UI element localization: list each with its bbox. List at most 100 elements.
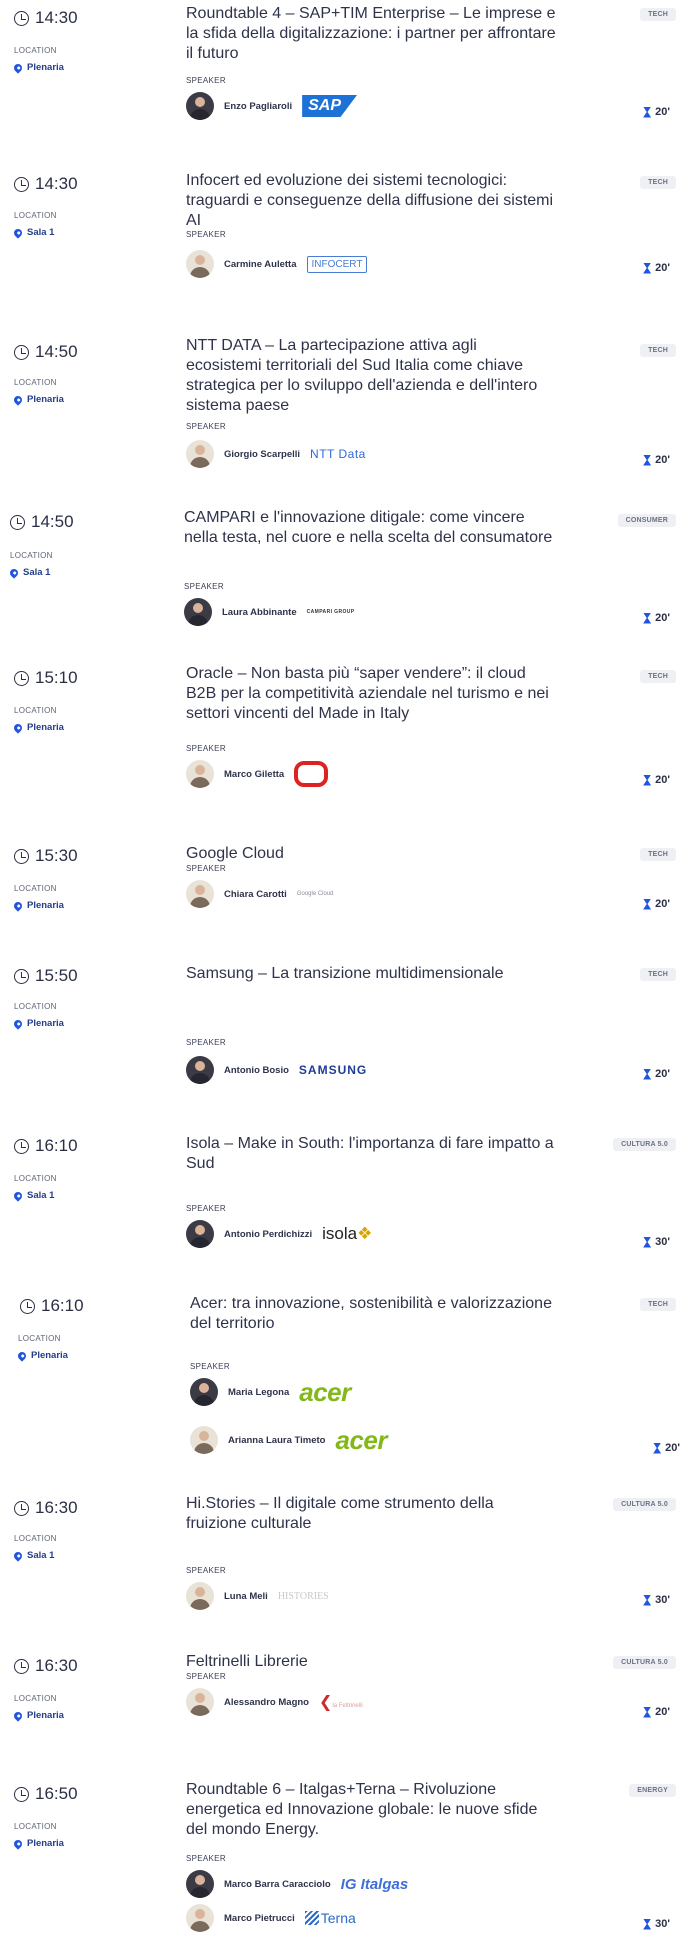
session-time: 16:30 bbox=[14, 1498, 78, 1518]
session-time: 14:30 bbox=[14, 8, 78, 28]
session-duration: 20' bbox=[643, 106, 670, 118]
speaker-label: SPEAKER bbox=[186, 1854, 226, 1863]
company-logo: acer bbox=[299, 1376, 351, 1407]
speaker-avatar bbox=[190, 1426, 218, 1454]
speaker-avatar bbox=[186, 440, 214, 468]
speaker-avatar bbox=[186, 880, 214, 908]
clock-icon bbox=[10, 514, 25, 530]
session-title[interactable]: Isola – Make in South: l'importanza di f… bbox=[186, 1134, 556, 1174]
speaker-avatar bbox=[186, 1220, 214, 1248]
speaker-item[interactable]: Marco Pietrucci Terna bbox=[186, 1902, 356, 1934]
speaker-item[interactable]: Alessandro Magno ❮la Feltrinelli bbox=[186, 1686, 363, 1718]
speaker-item[interactable]: Antonio Perdichizzi isola❖ bbox=[186, 1218, 372, 1250]
session-title[interactable]: Infocert ed evoluzione dei sistemi tecno… bbox=[186, 171, 556, 231]
session-duration: 30' bbox=[643, 1236, 670, 1248]
category-tag: TECH bbox=[640, 344, 676, 357]
speaker-label: SPEAKER bbox=[186, 1672, 226, 1681]
session-title[interactable]: Feltrinelli Librerie bbox=[186, 1652, 556, 1672]
hourglass-icon bbox=[643, 262, 652, 274]
session-time: 16:30 bbox=[14, 1656, 78, 1676]
session-card: 14:30 LOCATION Sala 1 Infocert ed evoluz… bbox=[0, 168, 694, 328]
location-pin-icon bbox=[12, 1709, 24, 1722]
speaker-item[interactable]: Laura Abbinante CAMPARI GROUP bbox=[184, 596, 355, 628]
speaker-avatar bbox=[186, 92, 214, 120]
session-title[interactable]: Acer: tra innovazione, sostenibilità e v… bbox=[190, 1294, 560, 1334]
clock-icon bbox=[14, 848, 29, 864]
location-value: Plenaria bbox=[12, 61, 64, 74]
speaker-name: Antonio Perdichizzi bbox=[224, 1228, 313, 1240]
speaker-item[interactable]: Carmine Auletta INFOCERT bbox=[186, 248, 368, 280]
location-value: Sala 1 bbox=[12, 1189, 54, 1202]
session-title[interactable]: Roundtable 4 – SAP+TIM Enterprise – Le i… bbox=[186, 4, 556, 64]
location-pin-icon bbox=[12, 226, 24, 239]
speaker-label: SPEAKER bbox=[190, 1362, 230, 1371]
category-tag: CULTURA 5.0 bbox=[613, 1138, 676, 1151]
session-card: 14:50 LOCATION Plenaria NTT DATA – La pa… bbox=[0, 336, 694, 506]
hourglass-icon bbox=[643, 1918, 652, 1930]
session-title[interactable]: NTT DATA – La partecipazione attiva agli… bbox=[186, 336, 556, 416]
company-logo: IG Italgas bbox=[340, 1875, 409, 1893]
clock-icon bbox=[14, 1658, 29, 1674]
location-label: LOCATION bbox=[14, 378, 57, 387]
category-tag: CONSUMER bbox=[617, 514, 676, 527]
session-title[interactable]: Google Cloud bbox=[186, 844, 556, 864]
speaker-item[interactable]: Luna Meli HISTORIES bbox=[186, 1580, 329, 1612]
session-title[interactable]: Roundtable 6 – Italgas+Terna – Rivoluzio… bbox=[186, 1780, 556, 1840]
session-title[interactable]: CAMPARI e l'innovazione ditigale: come v… bbox=[184, 508, 554, 548]
location-pin-icon bbox=[16, 1349, 28, 1362]
speaker-item[interactable]: Antonio Bosio SAMSUNG bbox=[186, 1054, 367, 1086]
category-tag: TECH bbox=[640, 8, 676, 21]
speaker-name: Carmine Auletta bbox=[224, 258, 297, 270]
session-duration: 20' bbox=[643, 774, 670, 786]
speaker-name: Marco Giletta bbox=[224, 768, 285, 780]
location-pin-icon bbox=[12, 1189, 24, 1202]
speaker-item[interactable]: Marco Giletta bbox=[186, 758, 329, 790]
speaker-item[interactable]: Chiara Carotti Google Cloud bbox=[186, 878, 334, 910]
session-time: 14:50 bbox=[10, 512, 74, 532]
location-value: Sala 1 bbox=[8, 566, 50, 579]
session-title[interactable]: Samsung – La transizione multidimensiona… bbox=[186, 964, 556, 984]
session-title[interactable]: Oracle – Non basta più “saper vendere”: … bbox=[186, 664, 556, 724]
hourglass-icon bbox=[643, 454, 652, 466]
speaker-item[interactable]: Arianna Laura Timeto acer bbox=[190, 1424, 387, 1456]
category-tag: ENERGY bbox=[629, 1784, 676, 1797]
session-card: 16:30 LOCATION Plenaria Feltrinelli Libr… bbox=[0, 1652, 694, 1762]
session-card: 16:10 LOCATION Sala 1 Isola – Make in So… bbox=[0, 1132, 694, 1262]
speaker-item[interactable]: Enzo Pagliaroli SAP bbox=[186, 90, 358, 122]
location-value: Plenaria bbox=[12, 899, 64, 912]
category-tag: TECH bbox=[640, 670, 676, 683]
session-card: 14:50 LOCATION Sala 1 CAMPARI e l'innova… bbox=[0, 508, 694, 658]
clock-icon bbox=[20, 1298, 35, 1314]
session-card: 16:30 LOCATION Sala 1 Hi.Stories – Il di… bbox=[0, 1494, 694, 1614]
session-duration: 20' bbox=[643, 898, 670, 910]
company-logo: SAMSUNG bbox=[298, 1063, 368, 1077]
clock-icon bbox=[14, 1500, 29, 1516]
speaker-name: Chiara Carotti bbox=[224, 888, 287, 900]
company-logo: Google Cloud bbox=[296, 891, 334, 897]
location-label: LOCATION bbox=[14, 46, 57, 55]
company-logo: acer bbox=[335, 1424, 388, 1455]
isola-star-icon: ❖ bbox=[357, 1224, 373, 1243]
hourglass-icon bbox=[643, 106, 652, 118]
speaker-item[interactable]: Marco Barra Caracciolo IG Italgas bbox=[186, 1868, 408, 1900]
hourglass-icon bbox=[653, 1442, 662, 1454]
company-logo: INFOCERT bbox=[306, 255, 368, 273]
company-logo: NTT Data bbox=[310, 447, 366, 461]
speaker-avatar bbox=[186, 760, 214, 788]
speaker-avatar bbox=[186, 1056, 214, 1084]
location-pin-icon bbox=[12, 899, 24, 912]
session-time: 15:30 bbox=[14, 846, 78, 866]
speaker-avatar bbox=[186, 1904, 214, 1932]
speaker-item[interactable]: Maria Legona acer bbox=[190, 1376, 351, 1408]
location-label: LOCATION bbox=[14, 1822, 57, 1831]
speaker-name: Marco Barra Caracciolo bbox=[224, 1878, 331, 1890]
speaker-item[interactable]: Giorgio Scarpelli NTT Data bbox=[186, 438, 366, 470]
session-card: 15:50 LOCATION Plenaria Samsung – La tra… bbox=[0, 962, 694, 1092]
speaker-label: SPEAKER bbox=[186, 76, 226, 85]
session-duration: 20' bbox=[643, 612, 670, 624]
oracle-logo bbox=[294, 761, 329, 787]
location-value: Plenaria bbox=[12, 1017, 64, 1030]
session-title[interactable]: Hi.Stories – Il digitale come strumento … bbox=[186, 1494, 556, 1534]
speaker-avatar bbox=[190, 1378, 218, 1406]
speaker-label: SPEAKER bbox=[186, 1038, 226, 1047]
